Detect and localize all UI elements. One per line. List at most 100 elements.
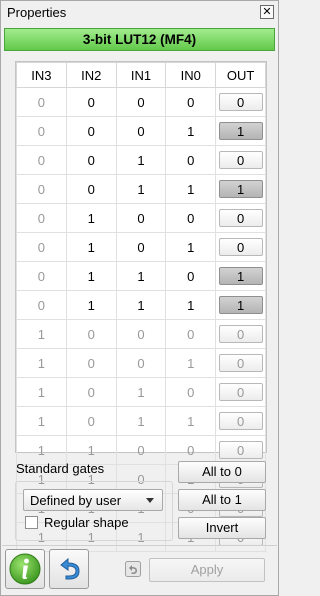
table-row: 01000 [16, 203, 266, 233]
output-toggle-button[interactable]: 1 [218, 122, 263, 140]
cell-in3: 0 [16, 174, 67, 204]
cell-in0: 1 [165, 232, 217, 262]
cell-in3: 0 [16, 145, 67, 175]
revert-icon[interactable] [125, 561, 141, 577]
cell-in2: 1 [65, 232, 117, 262]
component-title-bar: 3-bit LUT12 (MF4) [4, 28, 275, 51]
cell-in2: 0 [65, 348, 117, 378]
cell-in2: 0 [65, 377, 117, 407]
cell-in2: 0 [65, 406, 117, 436]
cell-in1: 1 [115, 174, 167, 204]
cell-out: 0 [215, 232, 266, 262]
table-row: 00000 [16, 87, 266, 117]
table-row: 01111 [16, 290, 266, 320]
cell-in0: 1 [165, 174, 217, 204]
output-toggle-button[interactable]: 0 [218, 93, 263, 111]
output-toggle-button[interactable]: 1 [218, 267, 263, 285]
cell-out: 0 [215, 319, 266, 349]
properties-panel: Properties ✕ 3-bit LUT12 (MF4) IN3 IN2 I… [0, 0, 279, 596]
cell-out: 1 [215, 261, 266, 291]
cell-in2: 0 [65, 116, 117, 146]
regular-shape-checkbox[interactable] [25, 516, 38, 529]
apply-button[interactable]: Apply [149, 558, 265, 582]
cell-in0: 0 [165, 377, 217, 407]
cell-in3: 1 [16, 406, 67, 436]
cell-in0: 0 [165, 87, 217, 117]
cell-in1: 1 [115, 261, 167, 291]
dropdown-value: Defined by user [30, 493, 122, 508]
output-toggle-button[interactable]: 0 [218, 354, 263, 372]
standard-gates-label: Standard gates [16, 461, 105, 476]
truth-table-header: IN3 IN2 IN1 IN0 OUT [16, 62, 266, 88]
cell-in1: 0 [115, 116, 167, 146]
close-button[interactable]: ✕ [260, 5, 274, 19]
cell-in3: 0 [16, 290, 67, 320]
cell-out: 1 [215, 290, 266, 320]
output-toggle-button[interactable]: 0 [218, 238, 263, 256]
all-to-0-button[interactable]: All to 0 [178, 461, 266, 483]
cell-in2: 0 [65, 145, 117, 175]
output-toggle-button[interactable]: 0 [218, 383, 263, 401]
cell-in3: 1 [16, 348, 67, 378]
output-toggle-button[interactable]: 0 [218, 209, 263, 227]
invert-button[interactable]: Invert [178, 517, 266, 539]
undo-arrow-icon [60, 557, 80, 580]
table-row: 00100 [16, 145, 266, 175]
cell-in1: 0 [115, 435, 167, 465]
cell-in1: 0 [115, 319, 167, 349]
footer-divider [2, 545, 277, 546]
cell-in3: 0 [16, 261, 67, 291]
cell-out: 1 [215, 116, 266, 146]
cell-in3: 0 [16, 116, 67, 146]
output-toggle-button[interactable]: 1 [218, 296, 263, 314]
info-button[interactable] [5, 549, 45, 589]
cell-in0: 0 [165, 261, 217, 291]
all-to-1-button[interactable]: All to 1 [178, 489, 266, 511]
cell-in1: 0 [115, 232, 167, 262]
info-icon [9, 553, 41, 585]
cell-out: 0 [215, 377, 266, 407]
cell-in0: 0 [165, 145, 217, 175]
panel-title: Properties [7, 5, 67, 20]
undo-button[interactable] [49, 549, 89, 589]
cell-in0: 1 [165, 290, 217, 320]
cell-in1: 0 [115, 87, 167, 117]
output-toggle-button[interactable]: 0 [218, 441, 263, 459]
cell-in0: 0 [165, 319, 217, 349]
cell-in1: 1 [115, 406, 167, 436]
cell-in0: 1 [165, 406, 217, 436]
cell-out: 0 [215, 406, 266, 436]
col-header-out: OUT [215, 62, 266, 88]
cell-out: 0 [215, 348, 266, 378]
cell-in2: 1 [65, 290, 117, 320]
truth-table: IN3 IN2 IN1 IN0 OUT 00000000110010000111… [15, 61, 267, 552]
cell-in2: 0 [65, 319, 117, 349]
output-toggle-button[interactable]: 0 [218, 151, 263, 169]
panel-titlebar: Properties ✕ [1, 1, 278, 25]
output-toggle-button[interactable]: 0 [218, 412, 263, 430]
cell-in3: 0 [16, 232, 67, 262]
col-header-in1: IN1 [115, 62, 167, 88]
table-row: 01010 [16, 232, 266, 262]
table-row: 10000 [16, 319, 266, 349]
cell-in3: 1 [16, 319, 67, 349]
standard-gates-dropdown[interactable]: Defined by user [23, 489, 163, 511]
component-title: 3-bit LUT12 (MF4) [82, 32, 197, 47]
table-row: 00011 [16, 116, 266, 146]
cell-in0: 1 [165, 116, 217, 146]
cell-out: 0 [215, 145, 266, 175]
col-header-in3: IN3 [16, 62, 67, 88]
col-header-in0: IN0 [165, 62, 217, 88]
chevron-down-icon [146, 498, 154, 503]
cell-in0: 1 [165, 348, 217, 378]
cell-in1: 1 [115, 377, 167, 407]
cell-in2: 0 [65, 174, 117, 204]
cell-out: 0 [215, 87, 266, 117]
table-row: 10010 [16, 348, 266, 378]
cell-in1: 0 [115, 348, 167, 378]
table-row: 10110 [16, 406, 266, 436]
cell-in2: 1 [65, 203, 117, 233]
output-toggle-button[interactable]: 1 [218, 180, 263, 198]
cell-out: 1 [215, 174, 266, 204]
output-toggle-button[interactable]: 0 [218, 325, 263, 343]
